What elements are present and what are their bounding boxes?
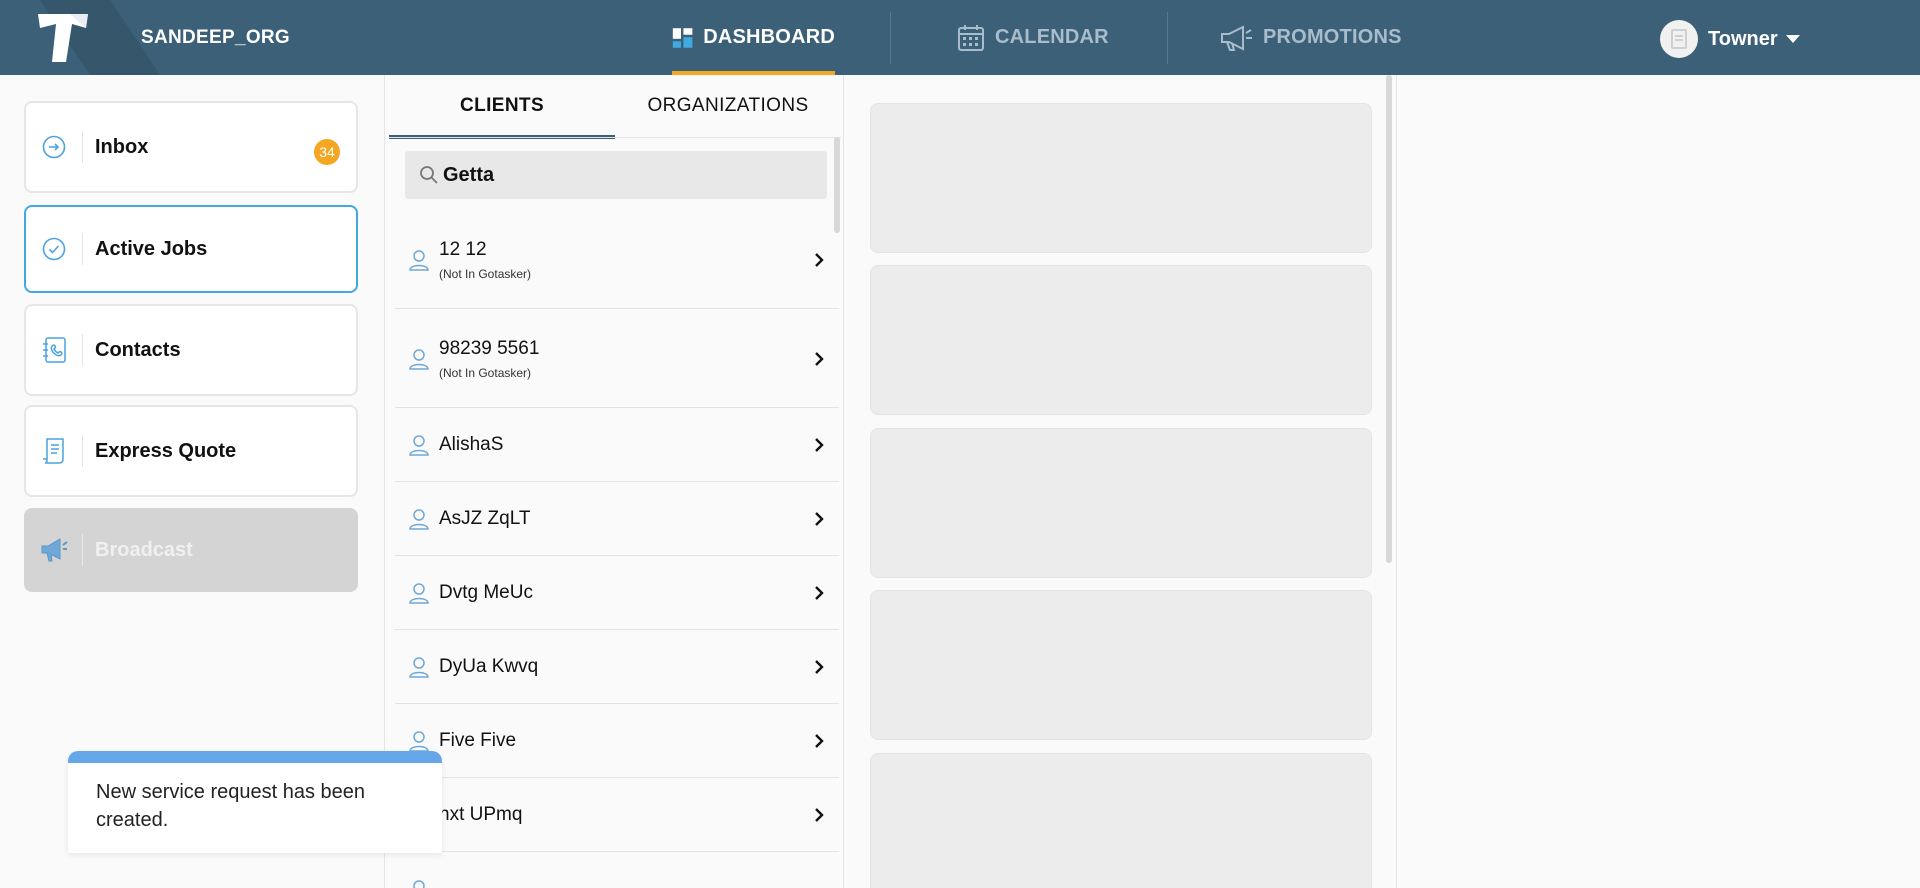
dashboard-icon [672,27,693,48]
app-logo[interactable] [0,0,160,75]
nav-dashboard-label: DASHBOARD [703,26,835,48]
loading-placeholder-card [870,590,1372,740]
sidebar-item-label: Contacts [95,338,181,361]
user-menu[interactable]: Towner [1660,20,1800,58]
loading-placeholder-card [870,428,1372,578]
client-name: 98239 5561 [439,337,540,359]
sidebar-item-label: Inbox [95,135,149,158]
client-search[interactable] [405,151,827,199]
search-input[interactable] [443,163,823,187]
clients-panel: CLIENTS ORGANIZATIONS 12 12 (Not In Gota… [384,75,844,888]
contacts-book-icon [26,306,82,394]
chevron-right-icon [799,659,839,675]
chevron-down-icon [1785,35,1800,43]
nav-promotions[interactable]: PROMOTIONS [1219,0,1402,75]
divider [82,233,83,265]
nav-dashboard[interactable]: DASHBOARD [672,0,835,75]
inbox-arrow-icon [26,103,82,191]
loading-placeholder-card [870,753,1372,888]
check-circle-icon [26,207,82,291]
org-name: SANDEEP_ORG [141,27,291,48]
person-icon [395,249,433,271]
toast-notification[interactable]: New service request has been created. [68,751,442,853]
client-row[interactable]: Five Five [395,705,839,778]
person-icon [395,582,433,604]
nav-separator [890,12,891,64]
client-name: AlishaS [439,434,504,455]
chevron-right-icon [799,807,839,823]
avatar-placeholder-icon [1671,29,1687,49]
sidebar-item-express-quote[interactable]: Express Quote [24,405,358,497]
client-name: nxt UPmq [439,804,523,825]
sidebar-item-broadcast[interactable]: Broadcast [24,508,358,592]
chevron-right-icon [799,585,839,601]
person-icon [395,434,433,456]
nav-separator [1167,12,1168,64]
client-row[interactable]: DyUa Kwvq [395,631,839,704]
divider [82,534,83,566]
divider [82,435,83,467]
client-name: DyUa Kwvq [439,656,539,677]
chevron-right-icon [799,511,839,527]
divider [82,131,83,163]
client-row[interactable]: 98239 5561 (Not In Gotasker) [395,310,839,408]
tab-organizations[interactable]: ORGANIZATIONS [615,75,841,137]
client-name: Five Five [439,730,517,751]
client-row[interactable]: Dvtg MeUc [395,557,839,630]
nav-promotions-label: PROMOTIONS [1263,26,1402,48]
chevron-right-icon [799,252,839,268]
chevron-right-icon [799,437,839,453]
client-name: 12 12 [439,238,487,260]
toast-message: New service request has been created. [96,781,366,831]
person-icon [395,730,433,752]
toast-accent-bar [68,751,442,763]
loading-placeholder-card [870,265,1372,415]
person-icon [395,656,433,678]
loading-placeholder-card [870,103,1372,253]
sidebar-item-label: Broadcast [95,538,193,561]
divider [82,334,83,366]
nav-calendar[interactable]: CALENDAR [957,0,1109,75]
client-row[interactable]: nxt UPmq [395,779,839,852]
client-row[interactable]: 12 12 (Not In Gotasker) [395,211,839,309]
client-row[interactable] [395,853,839,888]
top-bar: SANDEEP_ORG DASHBOARD CALENDAR PROMOTION… [0,0,1920,75]
broadcast-megaphone-icon [26,510,82,590]
chevron-right-icon [799,351,839,367]
clients-tabs: CLIENTS ORGANIZATIONS [389,75,841,139]
sidebar-item-contacts[interactable]: Contacts [24,304,358,396]
client-row[interactable]: AlishaS [395,409,839,482]
sidebar-item-label: Express Quote [95,439,237,462]
search-icon [420,166,438,184]
client-status: (Not In Gotasker) [439,266,532,281]
person-icon [395,508,433,530]
client-name: AsJZ ZqLT [439,508,531,529]
chevron-right-icon [799,733,839,749]
nav-calendar-label: CALENDAR [995,26,1109,48]
client-status: (Not In Gotasker) [439,365,532,380]
person-icon [395,879,433,888]
sidebar-item-active-jobs[interactable]: Active Jobs [24,205,358,293]
avatar [1660,20,1698,58]
calendar-icon [958,24,984,51]
tab-clients[interactable]: CLIENTS [389,75,615,139]
client-name: Dvtg MeUc [439,582,533,603]
quote-document-icon [26,407,82,495]
divider [1396,75,1397,888]
user-name: Towner [1708,27,1778,50]
person-icon [395,348,433,370]
sidebar-item-inbox[interactable]: Inbox 34 [24,101,358,193]
client-row[interactable]: AsJZ ZqLT [395,483,839,556]
details-scrollbar[interactable] [1386,75,1392,563]
divider [389,137,841,138]
sidebar-item-label: Active Jobs [95,237,208,260]
inbox-count-badge: 34 [314,139,340,165]
megaphone-icon [1221,24,1252,51]
